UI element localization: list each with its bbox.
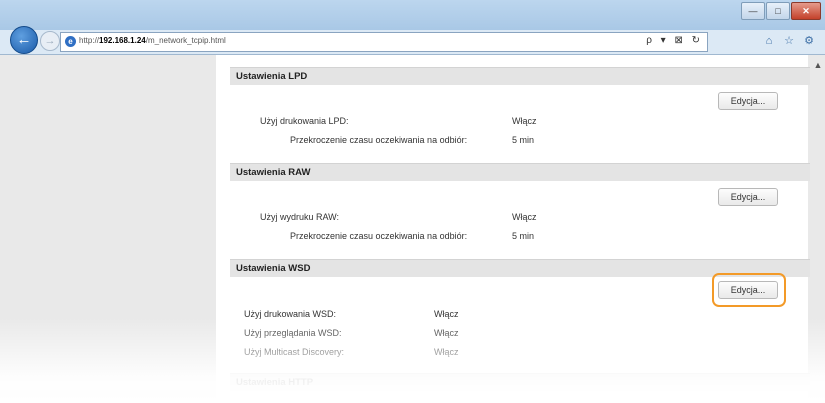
scroll-up-arrow-icon[interactable]: ▲ — [813, 60, 823, 70]
settings-gear-icon[interactable]: ⚙ — [801, 34, 817, 48]
section-header-http: Ustawienia HTTP — [230, 373, 810, 391]
raw-edit-button[interactable]: Edycja... — [718, 188, 778, 206]
title-bar: — □ ✕ — [0, 0, 825, 30]
ie-page-icon: e — [65, 36, 76, 47]
browser-toolbar-icons: ⌂ ☆ ⚙ — [757, 34, 817, 48]
lpd-print-label: Użyj drukowania LPD: — [260, 116, 349, 126]
wsd-browse-label: Użyj przeglądania WSD: — [244, 328, 342, 338]
raw-timeout-label: Przekroczenie czasu oczekiwania na odbió… — [290, 231, 468, 241]
wsd-browse-value: Włącz — [434, 328, 459, 338]
wsd-print-value: Włącz — [434, 309, 459, 319]
url-text[interactable]: http://192.168.1.24/m_network_tcpip.html — [79, 36, 226, 45]
vertical-scrollbar[interactable]: ▲ — [813, 60, 823, 403]
address-bar[interactable]: e http://192.168.1.24/m_network_tcpip.ht… — [60, 32, 708, 52]
forward-arrow-icon[interactable]: → — [40, 31, 60, 51]
page-left-margin — [0, 55, 216, 403]
raw-print-value: Włącz — [512, 212, 537, 222]
settings-content: Ustawienia LPD Edycja... Użyj drukowania… — [216, 55, 810, 403]
back-arrow-icon[interactable]: ← — [10, 26, 38, 54]
lpd-timeout-value: 5 min — [512, 135, 535, 145]
browser-window: — □ ✕ ← → e http://192.168.1.24/m_networ… — [0, 0, 825, 403]
address-tools[interactable]: ρ ▾ ⊠ ↻ — [646, 35, 703, 46]
raw-timeout-value: 5 min — [512, 231, 535, 241]
home-icon[interactable]: ⌂ — [761, 34, 777, 48]
maximize-button[interactable]: □ — [766, 2, 790, 20]
section-header-lpd: Ustawienia LPD — [230, 67, 810, 85]
wsd-multicast-label: Użyj Multicast Discovery: — [244, 347, 345, 357]
close-button[interactable]: ✕ — [791, 2, 821, 20]
raw-print-label: Użyj wydruku RAW: — [260, 212, 340, 222]
section-header-raw: Ustawienia RAW — [230, 163, 810, 181]
wsd-multicast-value: Włącz — [434, 347, 459, 357]
lpd-print-value: Włącz — [512, 116, 537, 126]
wsd-edit-button[interactable]: Edycja... — [718, 281, 778, 299]
favorites-star-icon[interactable]: ☆ — [781, 34, 797, 48]
lpd-timeout-label: Przekroczenie czasu oczekiwania na odbió… — [290, 135, 468, 145]
lpd-edit-button[interactable]: Edycja... — [718, 92, 778, 110]
wsd-print-label: Użyj drukowania WSD: — [244, 309, 337, 319]
minimize-button[interactable]: — — [741, 2, 765, 20]
navigation-bar: ← → e http://192.168.1.24/m_network_tcpi… — [0, 26, 825, 55]
window-controls: — □ ✕ — [740, 2, 821, 20]
